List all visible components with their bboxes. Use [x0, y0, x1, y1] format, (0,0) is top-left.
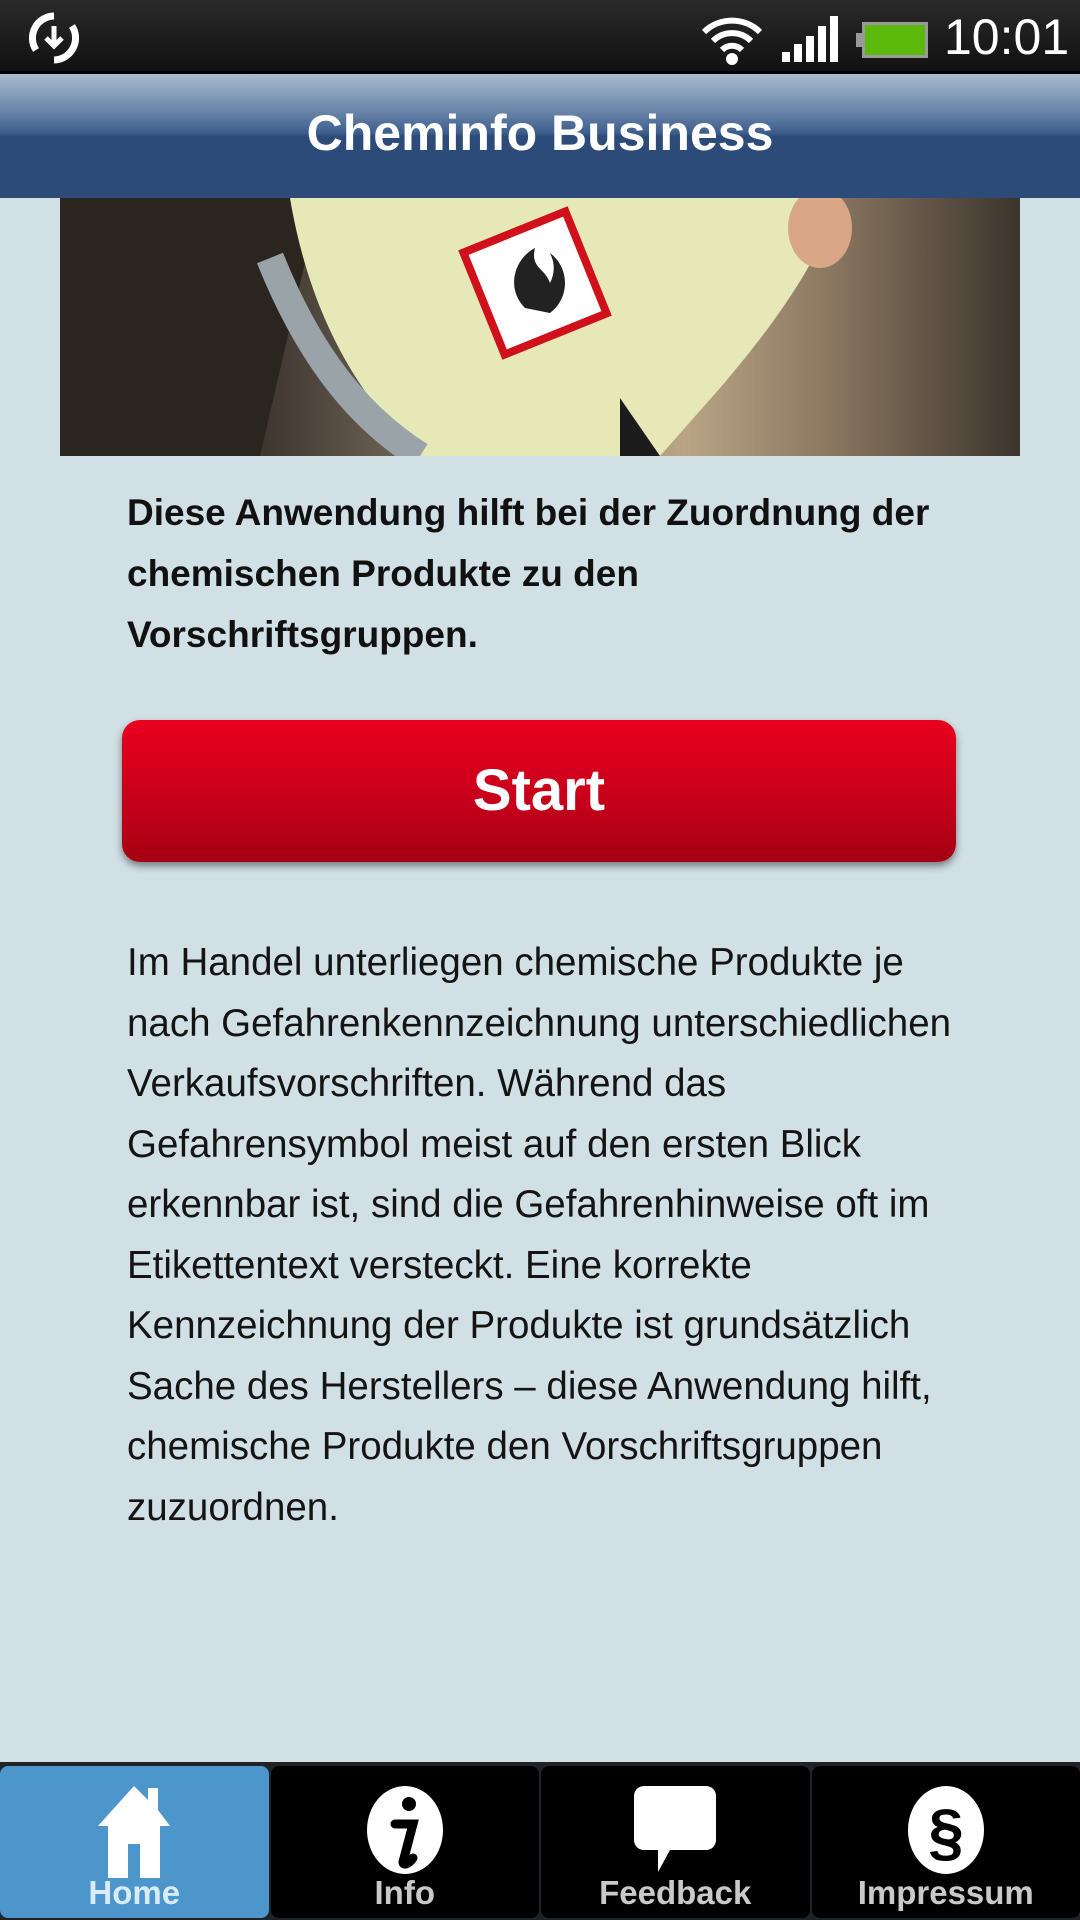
clock: 10:01	[944, 9, 1070, 65]
svg-text:§: §	[928, 1796, 964, 1868]
info-icon	[366, 1786, 443, 1874]
sync-icon	[28, 12, 80, 64]
tab-info[interactable]: Info	[270, 1766, 539, 1918]
tab-label: Feedback	[599, 1874, 752, 1911]
hero-image	[60, 198, 1020, 456]
signal-icon	[782, 16, 838, 62]
bottom-tab-bar: Home Info Feedback § Impressum	[0, 1762, 1080, 1920]
tab-label: Home	[88, 1874, 181, 1911]
home-icon	[98, 1786, 171, 1878]
section-sign-icon: §	[907, 1786, 984, 1874]
status-bar: 10:01	[0, 0, 1080, 74]
page-title: Cheminfo Business	[306, 105, 774, 161]
speech-bubble-icon	[634, 1786, 717, 1872]
start-button[interactable]: Start	[122, 720, 956, 862]
battery-icon	[856, 22, 928, 58]
wifi-icon	[701, 17, 763, 65]
tab-impressum[interactable]: § Impressum	[811, 1766, 1080, 1918]
app-header: Cheminfo Business	[0, 74, 1080, 198]
tab-label: Impressum	[857, 1874, 1034, 1911]
intro-text: Diese Anwendung hilft bei der Zuordnung …	[127, 492, 930, 655]
tab-label: Info	[374, 1874, 435, 1911]
hero-illustration	[60, 198, 852, 456]
description-text: Im Handel unterliegen chemische Produkte…	[127, 941, 952, 1529]
tab-home[interactable]: Home	[0, 1766, 269, 1918]
tab-feedback[interactable]: Feedback	[541, 1766, 810, 1918]
